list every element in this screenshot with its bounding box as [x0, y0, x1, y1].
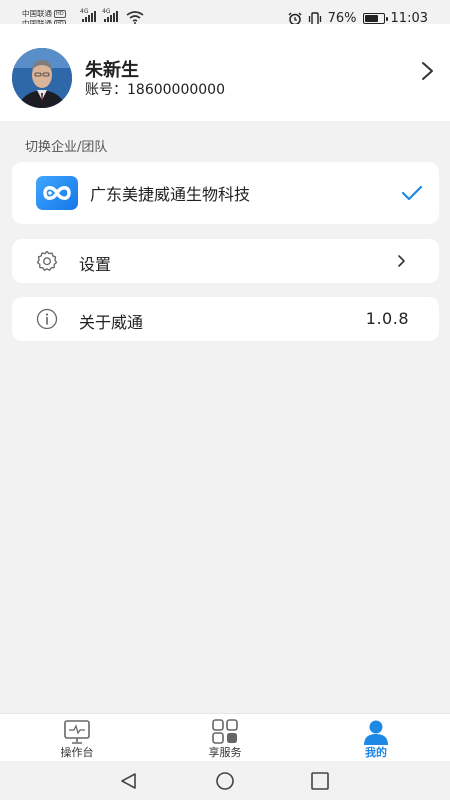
signal-icon — [104, 11, 118, 22]
avatar-image — [12, 48, 72, 108]
person-icon — [364, 720, 388, 745]
monitor-icon — [64, 720, 90, 744]
settings-item[interactable]: 设置 — [12, 239, 439, 283]
grid-icon — [212, 719, 238, 744]
chevron-right-icon — [398, 255, 405, 267]
company-logo — [36, 176, 78, 210]
infinity-logo-icon — [43, 186, 71, 200]
wifi-icon — [126, 11, 144, 24]
about-item[interactable]: 关于威通 1.0.8 — [12, 297, 439, 341]
tab-service[interactable]: 享服务 — [175, 714, 275, 762]
back-icon[interactable] — [118, 771, 140, 791]
switch-org-title: 切换企业/团队 — [25, 140, 108, 155]
tab-label: 我的 — [365, 746, 387, 759]
company-item[interactable]: 广东美捷威通生物科技 — [12, 162, 439, 224]
about-label: 关于威通 — [79, 313, 144, 332]
carrier-1: 中国联通 — [22, 9, 52, 18]
chevron-right-icon[interactable] — [420, 60, 436, 82]
tab-label: 操作台 — [60, 746, 94, 759]
version-number: 1.0.8 — [365, 309, 409, 328]
account-number: 18600000000 — [127, 82, 225, 98]
account-label: 账号： — [85, 82, 127, 98]
profile-header[interactable]: 朱新生 账号：18600000000 — [0, 24, 450, 121]
settings-label: 设置 — [79, 255, 112, 274]
system-nav-bar — [0, 761, 450, 800]
tab-mine[interactable]: 我的 — [326, 714, 426, 762]
tab-label: 享服务 — [208, 746, 242, 759]
account-info: 账号：18600000000 — [85, 79, 225, 99]
gear-icon — [36, 250, 58, 271]
avatar[interactable] — [12, 48, 72, 108]
bottom-tab-bar: 操作台 享服务 我的 — [0, 713, 450, 761]
company-name: 广东美捷威通生物科技 — [90, 185, 251, 204]
signal-icon — [82, 11, 96, 22]
tab-console[interactable]: 操作台 — [27, 714, 127, 762]
home-icon[interactable] — [214, 771, 236, 791]
check-icon — [401, 185, 423, 201]
hd-badge: HD — [54, 10, 66, 18]
battery-icon — [362, 13, 388, 24]
recents-icon[interactable] — [309, 771, 331, 791]
battery-fill — [364, 15, 379, 22]
info-icon — [36, 308, 58, 330]
